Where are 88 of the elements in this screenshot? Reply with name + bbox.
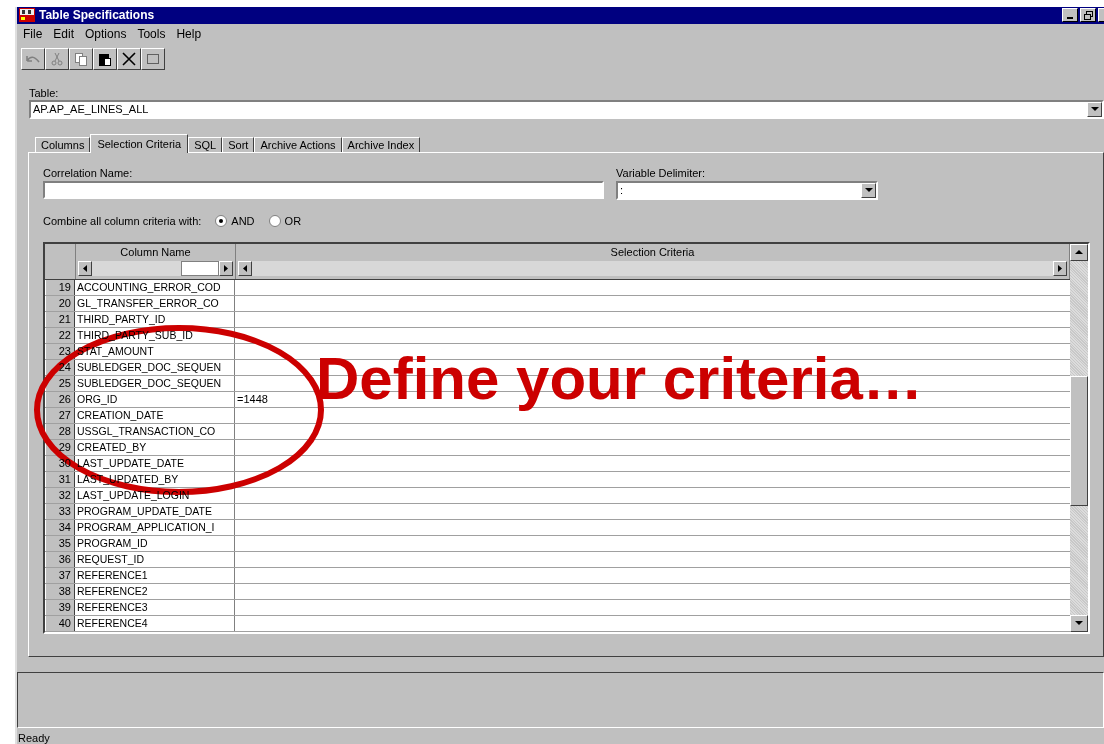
column-header[interactable]: Selection Criteria [236, 243, 1069, 261]
table-cell: PROGRAM_ID [77, 536, 148, 549]
table-cell: ORG_ID [77, 392, 118, 405]
select-button[interactable] [141, 47, 165, 70]
radio-button[interactable] [268, 214, 281, 227]
status-text: Ready [17, 732, 51, 744]
paste-button[interactable] [93, 47, 117, 70]
minimize-button[interactable] [1062, 8, 1078, 23]
row-number: 34 [58, 520, 71, 533]
table-cell: CREATED_BY [77, 440, 147, 453]
row-number: 39 [58, 600, 71, 613]
table-cell: THIRD_PARTY_ID [77, 312, 166, 325]
row-number: 20 [58, 296, 71, 309]
row-number: 22 [58, 328, 71, 341]
copy-icon [73, 50, 89, 67]
vertical-scrollbar[interactable] [1070, 243, 1088, 632]
restore-icon [1083, 10, 1093, 20]
horizontal-scrollbar[interactable] [78, 260, 233, 276]
table-cell: LAST_UPDATE_LOGIN [77, 488, 190, 501]
tab[interactable]: Sort [222, 136, 255, 152]
restore-button[interactable] [1080, 8, 1096, 23]
row-number: 38 [58, 584, 71, 597]
menu-item[interactable]: File [23, 26, 43, 41]
left-arrow-icon [83, 264, 87, 272]
table-cell: REFERENCE4 [77, 616, 148, 629]
delete-button[interactable] [117, 47, 141, 70]
row-number: 21 [58, 312, 71, 325]
row-number: 28 [58, 424, 71, 437]
menu-item[interactable]: Help [176, 26, 202, 41]
column-header[interactable]: Column Name [76, 243, 235, 261]
tab[interactable]: SQL [188, 136, 223, 152]
row-number: 32 [58, 488, 71, 501]
row-number: 35 [58, 536, 71, 549]
table-cell: CREATION_DATE [77, 408, 164, 421]
table-label: Table: [29, 86, 60, 99]
radio-button[interactable] [215, 214, 228, 227]
cut-icon [49, 50, 65, 67]
variable-delimiter-label: Variable Delimiter: [616, 166, 707, 179]
row-number: 25 [58, 376, 71, 389]
radio-option[interactable]: OR [268, 214, 302, 227]
right-arrow-icon [1058, 264, 1062, 272]
table-cell: REFERENCE1 [77, 568, 148, 581]
row-number: 29 [58, 440, 71, 453]
up-arrow-icon [1075, 250, 1083, 255]
correlation-name-label: Correlation Name: [43, 166, 134, 179]
row-number: 31 [58, 472, 71, 485]
menu-item[interactable]: Tools [137, 26, 166, 41]
table-cell: SUBLEDGER_DOC_SEQUEN [77, 360, 222, 373]
delete-icon [121, 50, 137, 67]
table-cell: REFERENCE3 [77, 600, 148, 613]
horizontal-scrollbar[interactable] [238, 260, 1067, 276]
table-cell: LAST_UPDATE_DATE [77, 456, 184, 469]
menu-item[interactable]: Options [85, 26, 127, 41]
correlation-name-field[interactable] [43, 180, 604, 199]
row-number: 37 [58, 568, 71, 581]
down-arrow-icon [1075, 621, 1083, 626]
tab[interactable]: Archive Actions [254, 136, 342, 152]
criteria-value: =1448 [237, 392, 268, 405]
table-cell: REFERENCE2 [77, 584, 148, 597]
row-number: 36 [58, 552, 71, 565]
app-icon [19, 8, 35, 23]
table-cell: PROGRAM_APPLICATION_I [77, 520, 215, 533]
right-arrow-icon [224, 264, 228, 272]
row-number: 40 [58, 616, 71, 629]
radio-option[interactable]: AND [215, 214, 255, 227]
dropdown-arrow-icon [1090, 107, 1099, 112]
window-title: Table Specifications [39, 8, 156, 23]
annotation-text: Define your criteria… [316, 344, 923, 413]
table-cell: PROGRAM_UPDATE_DATE [77, 504, 212, 517]
table-cell: ACCOUNTING_ERROR_COD [77, 280, 221, 293]
row-number: 19 [58, 280, 71, 293]
table-cell: USSGL_TRANSACTION_CO [77, 424, 216, 437]
undo-icon [25, 54, 41, 64]
table-cell: SUBLEDGER_DOC_SEQUEN [77, 376, 222, 389]
row-number: 27 [58, 408, 71, 421]
variable-delimiter-dropdown[interactable]: : [616, 180, 878, 200]
table-cell: REQUEST_ID [77, 552, 145, 565]
menu-item[interactable]: Edit [53, 26, 75, 41]
tab[interactable]: Selection Criteria [90, 133, 189, 153]
dropdown-arrow-icon [864, 188, 873, 193]
table-cell: GL_TRANSFER_ERROR_CO [77, 296, 219, 309]
row-number: 26 [58, 392, 71, 405]
row-number: 23 [58, 344, 71, 357]
tab[interactable]: Archive Index [341, 136, 421, 152]
table-dropdown[interactable]: AP.AP_AE_LINES_ALL [29, 99, 1104, 119]
combine-label: Combine all column criteria with: [43, 214, 202, 227]
row-number: 33 [58, 504, 71, 517]
left-arrow-icon [243, 264, 247, 272]
